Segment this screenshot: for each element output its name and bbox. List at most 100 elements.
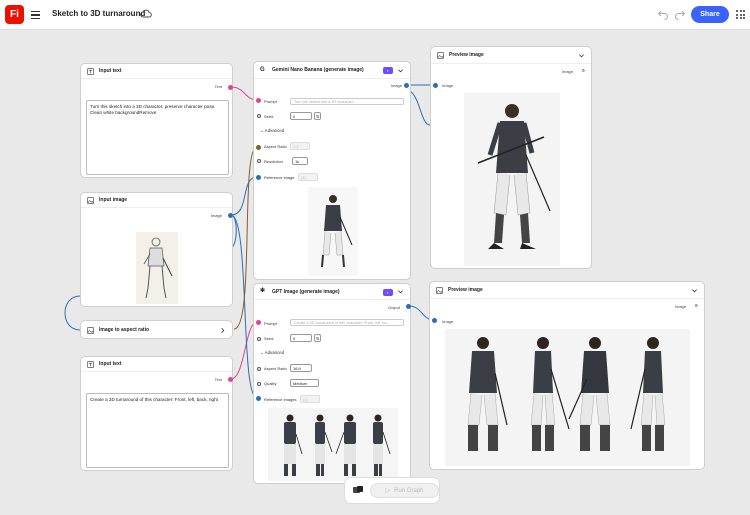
apps-grid-icon[interactable] xyxy=(736,10,745,19)
node-title: Input text xyxy=(99,68,122,74)
preview-image-2 xyxy=(445,329,690,466)
input-port-label: Image xyxy=(442,83,454,88)
node-title: Preview image xyxy=(449,52,484,58)
prompt-label: Prompt xyxy=(264,99,277,104)
preview-image-node-2[interactable]: Preview image Image ⚙ Image xyxy=(429,281,705,470)
image-icon xyxy=(436,286,443,294)
resolution-label: Resolution xyxy=(264,159,283,164)
gemini-icon: G xyxy=(260,66,265,73)
image-icon xyxy=(87,326,94,334)
preview-image-1 xyxy=(464,93,560,266)
chevron-down-icon[interactable] xyxy=(397,67,404,74)
advanced-toggle[interactable]: ⌄ Advanced xyxy=(260,350,284,356)
top-bar: Fi Sketch to 3D turnaround Share xyxy=(0,0,750,30)
gpt-generate-node[interactable]: ✻ GPT Image (generate image) ◐ Output Pr… xyxy=(253,283,411,484)
cloud-icon[interactable] xyxy=(140,9,152,18)
aspect-ratio-label: Aspect Ratio xyxy=(264,144,287,149)
aspect-ratio-select[interactable]: 1:1 xyxy=(290,142,310,150)
firefly-logo[interactable]: Fi xyxy=(5,5,24,24)
turnaround-figures xyxy=(284,414,391,476)
model-badge-icon: ◐ xyxy=(383,289,393,296)
resolution-select[interactable]: 1k xyxy=(292,157,308,165)
text-icon xyxy=(87,360,94,368)
chevron-down-icon[interactable] xyxy=(691,287,698,294)
node-title: Input text xyxy=(99,361,122,367)
reference-image-input-port[interactable] xyxy=(256,175,261,180)
seed-stepper[interactable]: ⇅ xyxy=(314,334,321,342)
output-port-label: Text xyxy=(214,84,222,89)
output-port-label: Output xyxy=(387,305,400,310)
advanced-label: Advanced xyxy=(264,128,285,133)
sketch-image xyxy=(136,232,178,304)
openai-icon: ✻ xyxy=(260,288,266,294)
share-button[interactable]: Share xyxy=(691,6,729,23)
prompt-label: Prompt xyxy=(264,321,277,326)
chevron-right-icon[interactable] xyxy=(219,327,226,334)
output-port-label: Image xyxy=(561,69,573,74)
credits-icon[interactable] xyxy=(352,484,364,496)
prompt-input-port[interactable] xyxy=(256,98,261,103)
node-title: GPT Image (generate image) xyxy=(272,288,340,295)
node-title: Preview image xyxy=(448,287,483,293)
text-output-port[interactable] xyxy=(228,85,233,90)
image-input-port[interactable] xyxy=(433,83,438,88)
text-input-area[interactable]: Create a 3D turnaround of this character… xyxy=(86,393,229,468)
prompt-input-port[interactable] xyxy=(256,320,261,325)
quality-select[interactable]: Medium xyxy=(290,379,319,387)
seed-port[interactable] xyxy=(257,337,261,341)
undo-icon[interactable] xyxy=(657,8,669,20)
reference-image-select[interactable]: (1) xyxy=(298,173,318,181)
preview-image-node-1[interactable]: Preview image Image ⚙ Image xyxy=(430,46,592,269)
settings-icon[interactable]: ⚙ xyxy=(694,303,698,308)
seed-stepper[interactable]: ⇅ xyxy=(314,112,321,120)
play-icon: ▷ xyxy=(385,488,391,494)
output-port-label: Image xyxy=(674,304,686,309)
image-output-port[interactable] xyxy=(404,83,409,88)
resolution-port[interactable] xyxy=(257,159,261,163)
aspect-ratio-port[interactable] xyxy=(257,367,261,371)
output-port-label: Image xyxy=(390,83,402,88)
text-output-port[interactable] xyxy=(228,377,233,382)
aspect-ratio-label: Aspect Ratio xyxy=(264,366,287,371)
node-title: Image to aspect ratio xyxy=(99,327,150,333)
image-icon xyxy=(437,51,444,59)
prompt-field[interactable]: Turn the sketch into a 3D character... xyxy=(290,98,404,105)
input-text-node-2[interactable]: Input text Text Create a 3D turnaround o… xyxy=(80,356,233,471)
seed-label: Seed xyxy=(264,114,274,119)
text-input-area[interactable]: Turn this sketch into a 3D character, pr… xyxy=(86,100,229,175)
aspect-ratio-input-port[interactable] xyxy=(256,145,261,150)
reference-images-input-port[interactable] xyxy=(256,396,261,401)
node-title: Gemini Nano Banana (generate image) xyxy=(272,67,364,73)
chevron-down-icon[interactable] xyxy=(578,52,585,59)
output-port-label: Image xyxy=(210,213,222,218)
redo-icon[interactable] xyxy=(674,8,686,20)
seed-label: Seed xyxy=(264,336,274,341)
sketch-figure xyxy=(143,237,173,299)
quality-label: Quality xyxy=(264,381,277,386)
seed-input[interactable]: 0 xyxy=(290,112,312,120)
model-badge-icon: ◐ xyxy=(383,67,393,74)
gemini-generate-node[interactable]: G Gemini Nano Banana (generate image) ◐ … xyxy=(253,61,411,280)
samurai-3d-figure xyxy=(477,104,551,249)
menu-icon[interactable] xyxy=(31,11,40,20)
output-port-label: Text xyxy=(214,377,222,382)
reference-images-select[interactable]: (1) xyxy=(300,395,320,403)
aspect-ratio-node[interactable]: Image to aspect ratio xyxy=(80,320,233,339)
input-text-node-1[interactable]: Input text Text Turn this sketch into a … xyxy=(80,63,233,178)
settings-icon[interactable]: ⚙ xyxy=(581,68,585,73)
run-graph-button[interactable]: ▷ Run Graph xyxy=(370,483,439,498)
seed-port[interactable] xyxy=(257,114,261,118)
chevron-down-icon[interactable] xyxy=(397,288,404,295)
output-port[interactable] xyxy=(406,304,411,309)
image-output-port[interactable] xyxy=(228,213,233,218)
aspect-ratio-select[interactable]: 16:9 xyxy=(290,364,312,372)
input-image-node[interactable]: Input image Image xyxy=(80,192,233,307)
seed-input[interactable]: 0 xyxy=(290,334,312,342)
prompt-field[interactable]: Create a 3D turnaround of this character… xyxy=(290,319,404,326)
gemini-result-image xyxy=(308,187,358,276)
image-input-port[interactable] xyxy=(432,318,437,323)
quality-port[interactable] xyxy=(257,382,261,386)
advanced-toggle[interactable]: ⌄ Advanced xyxy=(260,128,284,134)
document-title[interactable]: Sketch to 3D turnaround xyxy=(52,9,145,18)
image-icon xyxy=(87,196,94,204)
